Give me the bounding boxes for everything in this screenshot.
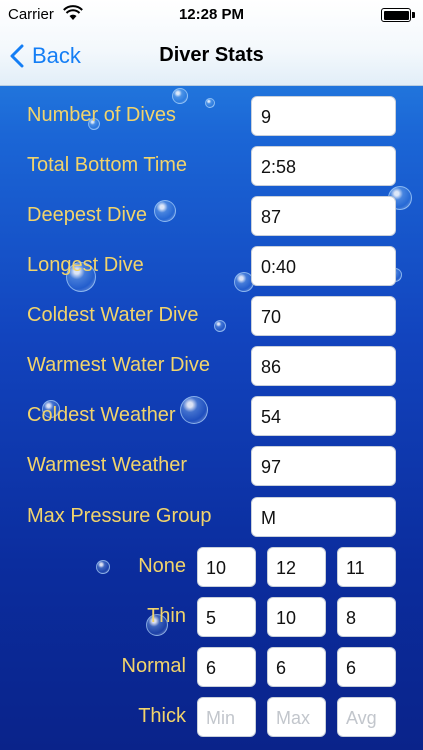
- stat-row-warmest-water-dive: Warmest Water Dive 86: [0, 346, 423, 386]
- number-of-dives-field[interactable]: 9: [251, 96, 396, 136]
- stat-label: Longest Dive: [27, 254, 144, 276]
- suit-label: Thick: [138, 705, 186, 727]
- total-bottom-time-field[interactable]: 2:58: [251, 146, 396, 186]
- stat-label: Warmest Water Dive: [27, 354, 210, 376]
- suit-max-field[interactable]: 6: [267, 647, 326, 687]
- suit-avg-field[interactable]: 8: [337, 597, 396, 637]
- max-pressure-group-field[interactable]: M: [251, 497, 396, 537]
- stat-row-number-of-dives: Number of Dives 9: [0, 96, 423, 136]
- suit-row-none: None 10 12 11: [0, 547, 423, 587]
- stat-row-longest-dive: Longest Dive 0:40: [0, 246, 423, 286]
- suit-row-normal: Normal 6 6 6: [0, 647, 423, 687]
- stat-row-coldest-weather: Coldest Weather 54: [0, 396, 423, 436]
- suit-avg-field[interactable]: Avg: [337, 697, 396, 737]
- coldest-weather-field[interactable]: 54: [251, 396, 396, 436]
- stat-label: Max Pressure Group: [27, 505, 212, 527]
- navigation-bar: Carrier 12:28 PM Back Diver Stats: [0, 0, 423, 86]
- suit-row-thin: Thin 5 10 8: [0, 597, 423, 637]
- suit-avg-field[interactable]: 6: [337, 647, 396, 687]
- stat-label: Deepest Dive: [27, 204, 148, 226]
- suit-min-field[interactable]: 6: [197, 647, 256, 687]
- suit-avg-field[interactable]: 11: [337, 547, 396, 587]
- stat-row-coldest-water-dive: Coldest Water Dive 70: [0, 296, 423, 336]
- coldest-water-dive-field[interactable]: 70: [251, 296, 396, 336]
- warmest-weather-field[interactable]: 97: [251, 446, 396, 486]
- suit-max-field[interactable]: 10: [267, 597, 326, 637]
- suit-label: Normal: [121, 655, 186, 677]
- suit-label: Thin: [147, 605, 186, 627]
- clock: 12:28 PM: [178, 6, 245, 23]
- suit-max-field[interactable]: 12: [267, 547, 326, 587]
- suit-label: None: [138, 555, 186, 577]
- suit-min-field[interactable]: 5: [197, 597, 256, 637]
- suit-max-field[interactable]: Max: [267, 697, 326, 737]
- diver-stats-screen: Carrier 12:28 PM Back Diver Stats Number…: [0, 0, 423, 750]
- longest-dive-field[interactable]: 0:40: [251, 246, 396, 286]
- warmest-water-dive-field[interactable]: 86: [251, 346, 396, 386]
- stat-row-total-bottom-time: Total Bottom Time 2:58: [0, 146, 423, 186]
- stat-label: Total Bottom Time: [27, 154, 188, 176]
- battery-icon: [381, 8, 411, 22]
- battery-tip: [412, 12, 415, 18]
- suit-min-field[interactable]: Min: [197, 697, 256, 737]
- stat-label: Coldest Water Dive: [27, 304, 199, 326]
- page-title: Diver Stats: [159, 44, 264, 66]
- deepest-dive-field[interactable]: 87: [251, 196, 396, 236]
- suit-row-thick: Thick Min Max Avg: [0, 697, 423, 737]
- stat-label: Coldest Weather: [27, 404, 176, 426]
- stat-row-warmest-weather: Warmest Weather 97: [0, 446, 423, 486]
- stat-label: Warmest Weather: [27, 454, 188, 476]
- stat-row-max-pressure-group: Max Pressure Group M: [0, 497, 423, 537]
- status-bar: Carrier 12:28 PM: [0, 0, 423, 30]
- stat-label: Number of Dives: [27, 104, 176, 126]
- suit-min-field[interactable]: 10: [197, 547, 256, 587]
- stat-row-deepest-dive: Deepest Dive 87: [0, 196, 423, 236]
